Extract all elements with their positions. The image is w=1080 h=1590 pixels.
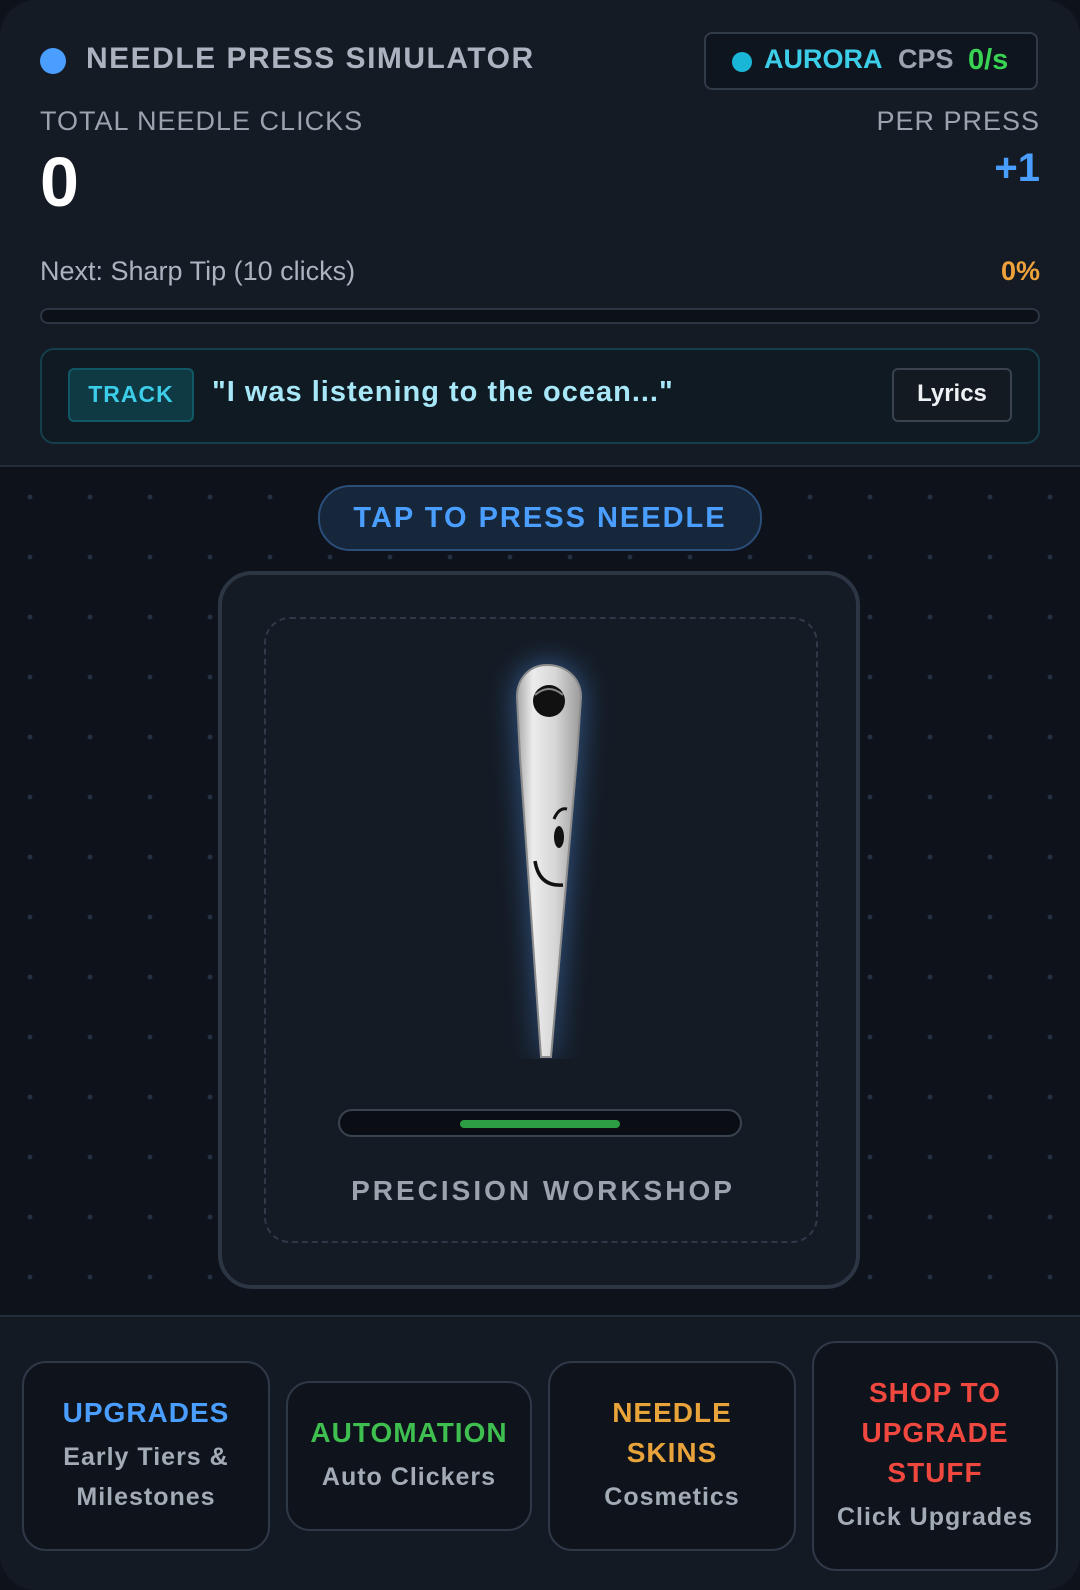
- total-clicks-label: TOTAL NEEDLE CLICKS: [40, 106, 364, 136]
- cps-label: CPS: [898, 44, 954, 74]
- nav-shop-title: SHOP TO UPGRADE STUFF: [861, 1377, 1009, 1488]
- nav-automation-title: AUTOMATION: [310, 1417, 508, 1448]
- nav-needle-skins-title: NEEDLE SKINS: [612, 1397, 732, 1468]
- music-track-panel: TRACK "I was listening to the ocean..." …: [40, 348, 1040, 444]
- cps-value: 0/s: [968, 44, 1009, 76]
- tap-to-press-button[interactable]: TAP TO PRESS NEEDLE: [318, 485, 762, 551]
- app-title: NEEDLE PRESS SIMULATOR: [86, 42, 535, 75]
- nav-automation-subtitle: Auto Clickers: [321, 1463, 497, 1491]
- play-area: TAP TO PRESS NEEDLE PRECISION WORKSHOP: [0, 467, 1080, 1315]
- nav-shop-subtitle: Click Upgrades: [836, 1503, 1033, 1531]
- total-clicks-value: 0: [40, 143, 79, 221]
- track-tag: TRACK: [68, 368, 194, 422]
- per-press-label: PER PRESS: [876, 106, 1040, 136]
- needle-icon[interactable]: [457, 639, 637, 1059]
- workshop-card[interactable]: PRECISION WORKSHOP: [218, 571, 860, 1289]
- bottom-nav: UPGRADES Early Tiers & Milestones AUTOMA…: [0, 1315, 1080, 1590]
- nav-upgrades-title: UPGRADES: [62, 1397, 230, 1428]
- workshop-inner-frame: PRECISION WORKSHOP: [264, 617, 818, 1243]
- nav-shop-button[interactable]: SHOP TO UPGRADE STUFF Click Upgrades: [812, 1341, 1058, 1571]
- charge-bar-fill: [460, 1120, 620, 1128]
- per-press-value: +1: [994, 146, 1040, 190]
- next-milestone-percent: 0%: [1000, 256, 1040, 286]
- game-app: NEEDLE PRESS SIMULATOR AURORA CPS 0/s TO…: [0, 0, 1080, 1590]
- theme-dot-icon: [732, 52, 752, 72]
- title-row: NEEDLE PRESS SIMULATOR AURORA CPS 0/s: [40, 32, 1040, 90]
- track-quote: "I was listening to the ocean...": [212, 376, 674, 408]
- nav-needle-skins-button[interactable]: NEEDLE SKINS Cosmetics: [548, 1361, 796, 1551]
- nav-automation-button[interactable]: AUTOMATION Auto Clickers: [286, 1381, 532, 1531]
- status-dot-icon: [40, 48, 66, 74]
- nav-upgrades-button[interactable]: UPGRADES Early Tiers & Milestones: [22, 1361, 270, 1551]
- workshop-label: PRECISION WORKSHOP: [351, 1175, 735, 1206]
- nav-needle-skins-subtitle: Cosmetics: [604, 1483, 740, 1511]
- lyrics-button[interactable]: Lyrics: [892, 368, 1012, 422]
- stats-header: NEEDLE PRESS SIMULATOR AURORA CPS 0/s TO…: [0, 0, 1080, 467]
- theme-name: AURORA: [764, 44, 883, 74]
- nav-upgrades-subtitle: Early Tiers & Milestones: [63, 1443, 229, 1511]
- theme-cps-pill: AURORA CPS 0/s: [704, 32, 1038, 90]
- next-milestone-label: Next: Sharp Tip (10 clicks): [40, 256, 356, 286]
- milestone-progress-bar: [40, 308, 1040, 324]
- charge-bar: [338, 1109, 742, 1137]
